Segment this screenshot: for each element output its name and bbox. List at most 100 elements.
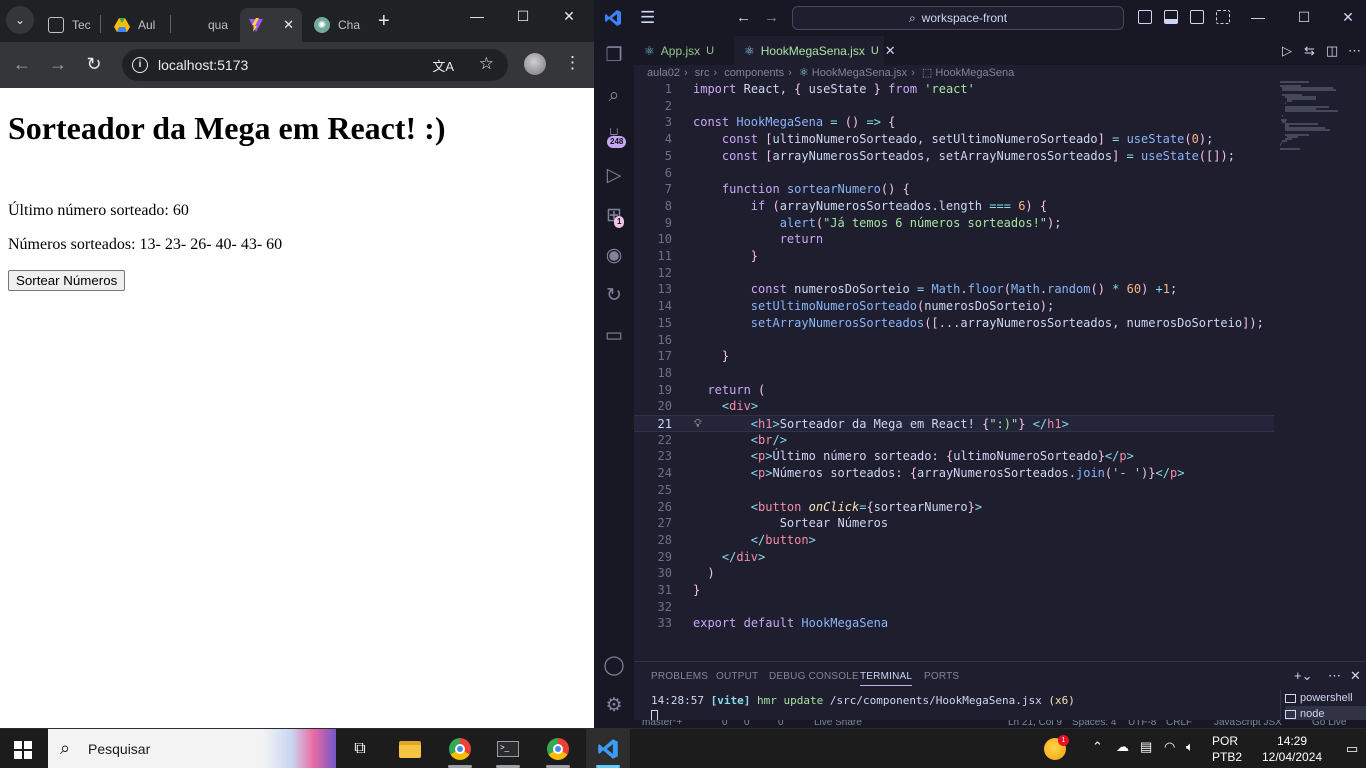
ports-status[interactable]: 0 [778,720,784,728]
terminal-item-powershell[interactable]: powershell [1285,690,1366,706]
task-view-button[interactable]: ⧉ [338,729,382,768]
encoding-status[interactable]: UTF-8 [1128,720,1156,728]
code-line[interactable]: 30 ) [634,565,1274,582]
command-center-search[interactable]: ⌕ workspace-front [792,6,1124,30]
code-line[interactable]: 12 [634,265,1274,282]
code-line[interactable]: 23 <p>Último número sorteado: {ultimoNum… [634,448,1274,465]
more-menu-icon[interactable]: ⋮ [564,53,581,73]
notification-icon[interactable]: ▭ [1346,741,1358,757]
site-info-icon[interactable]: i [132,57,148,73]
close-panel-icon[interactable]: ✕ [1350,668,1361,684]
account-icon[interactable]: ◯ [602,654,626,678]
close-window-button[interactable]: ✕ [1328,9,1366,26]
browser-tab-1[interactable]: Tec [40,8,96,42]
code-line[interactable]: 4 const [ultimoNumeroSorteado, setUltimo… [634,131,1274,148]
breadcrumb-item[interactable]: HookMegaSena.jsx [812,67,907,79]
forward-icon[interactable]: → [46,54,70,75]
tab-terminal[interactable]: TERMINAL [860,671,913,686]
gear-icon[interactable]: ⚙ [602,694,626,718]
python-icon[interactable]: ◉ [602,244,626,268]
vscode-app[interactable] [586,729,630,768]
close-icon[interactable]: ✕ [885,43,896,59]
search-icon[interactable]: ⌕ [602,84,626,108]
code-line[interactable]: 14 setUltimoNumeroSorteado(numerosDoSort… [634,298,1274,315]
code-line[interactable]: 18 [634,365,1274,382]
live-share-status[interactable]: Live Share [814,720,862,728]
close-window-button[interactable]: ✕ [546,8,592,25]
code-editor[interactable]: 1 import React, { useState } from 'react'… [634,81,1274,661]
code-line[interactable]: 9 alert("Já temos 6 números sorteados!")… [634,215,1274,232]
browser-tab-5[interactable]: ✺ Cha [306,8,366,42]
toggle-sidebar-icon[interactable] [1138,10,1152,24]
language-status[interactable]: JavaScript JSX [1214,720,1282,728]
eol-status[interactable]: CRLF [1166,720,1192,728]
url-text[interactable]: localhost:5173 [158,57,248,73]
code-line[interactable]: 17 } [634,348,1274,365]
profile-avatar[interactable] [524,53,546,75]
split-editor-icon[interactable]: ◫ [1326,43,1338,59]
draw-numbers-button[interactable]: Sortear Números [8,270,126,291]
cursor-position-status[interactable]: Ln 21, Col 9 [1008,720,1062,728]
chevron-up-icon[interactable]: ⌃ [1092,739,1103,755]
code-line[interactable]: 6 [634,165,1274,182]
live-share-icon[interactable]: ↻ [602,284,626,308]
code-line[interactable]: 24 <p>Números sorteados: {arrayNumerosSo… [634,465,1274,482]
code-line[interactable]: 11 } [634,248,1274,265]
menu-icon[interactable]: ☰ [640,8,655,28]
more-actions-icon[interactable]: ⋯ [1348,43,1361,59]
network-icon[interactable]: ▤ [1140,739,1152,755]
close-icon[interactable]: ✕ [283,17,294,33]
wifi-icon[interactable]: ◠ [1164,739,1175,755]
minimize-button[interactable]: — [454,8,500,24]
explorer-icon[interactable]: ❐ [602,44,626,68]
maximize-button[interactable]: ☐ [500,8,546,25]
cloud-sync-icon[interactable]: ☁ [1116,739,1129,755]
open-changes-icon[interactable]: ⇆ [1304,43,1315,59]
code-line[interactable]: 29 </div> [634,549,1274,566]
warnings-status[interactable]: 0 [744,720,750,728]
tab-ports[interactable]: PORTS [924,671,959,682]
system-clock[interactable]: 14:29 12/04/2024 [1262,733,1322,765]
browser-tab-2[interactable]: Aul [106,8,166,42]
indent-status[interactable]: Spaces: 4 [1072,720,1116,728]
bookmark-star-icon[interactable]: ☆ [479,54,494,74]
back-icon[interactable]: ← [736,9,751,26]
breadcrumb-item[interactable]: components [724,67,784,79]
weather-icon[interactable]: 1 [1044,735,1069,760]
tab-hookmegasena-jsx[interactable]: ⚛ HookMegaSena.jsx U ✕ [734,36,896,65]
tab-output[interactable]: OUTPUT [716,671,758,682]
editor-scrollbar[interactable] [1356,81,1366,661]
chrome-app[interactable] [438,729,482,768]
toggle-secondary-sidebar-icon[interactable] [1190,10,1204,24]
code-line[interactable]: 5 const [arrayNumerosSorteados, setArray… [634,148,1274,165]
minimize-button[interactable]: — [1238,9,1278,25]
maximize-button[interactable]: ☐ [1284,9,1324,26]
code-line[interactable]: 26 <button onClick={sortearNumero}> [634,499,1274,516]
code-line[interactable]: 27 Sortear Números [634,515,1274,532]
code-line[interactable]: 1 import React, { useState } from 'react' [634,81,1274,98]
back-icon[interactable]: ← [10,54,34,75]
chat-icon[interactable]: ▭ [602,324,626,348]
code-line[interactable]: 7 function sortearNumero() { [634,181,1274,198]
code-line[interactable]: 3 const HookMegaSena = () => { [634,114,1274,131]
breadcrumb-item[interactable]: HookMegaSena [935,67,1014,79]
code-line[interactable]: 20 <div> [634,398,1274,415]
code-line[interactable]: 13 const numerosDoSorteio = Math.floor(M… [634,281,1274,298]
tab-problems[interactable]: PROBLEMS [651,671,708,682]
code-line[interactable]: 19 return ( [634,382,1274,399]
code-line[interactable]: 32 [634,599,1274,616]
code-line[interactable]: 25 [634,482,1274,499]
start-button[interactable] [14,741,32,759]
minimap[interactable] [1280,81,1342,151]
file-explorer-app[interactable] [388,729,432,768]
terminal-app[interactable]: >_ [486,729,530,768]
browser-tab-3[interactable]: qua [176,8,236,42]
customize-layout-icon[interactable] [1216,10,1230,24]
errors-status[interactable]: 0 [722,720,728,728]
code-line[interactable]: 31} [634,582,1274,599]
taskbar-search[interactable]: ⌕ Pesquisar [48,729,336,768]
more-actions-icon[interactable]: ⋯ [1328,668,1341,684]
breadcrumb-item[interactable]: aula02 [647,67,680,79]
reload-icon[interactable]: ↻ [82,54,106,75]
address-bar[interactable]: i localhost:5173 文A ☆ [122,49,508,81]
